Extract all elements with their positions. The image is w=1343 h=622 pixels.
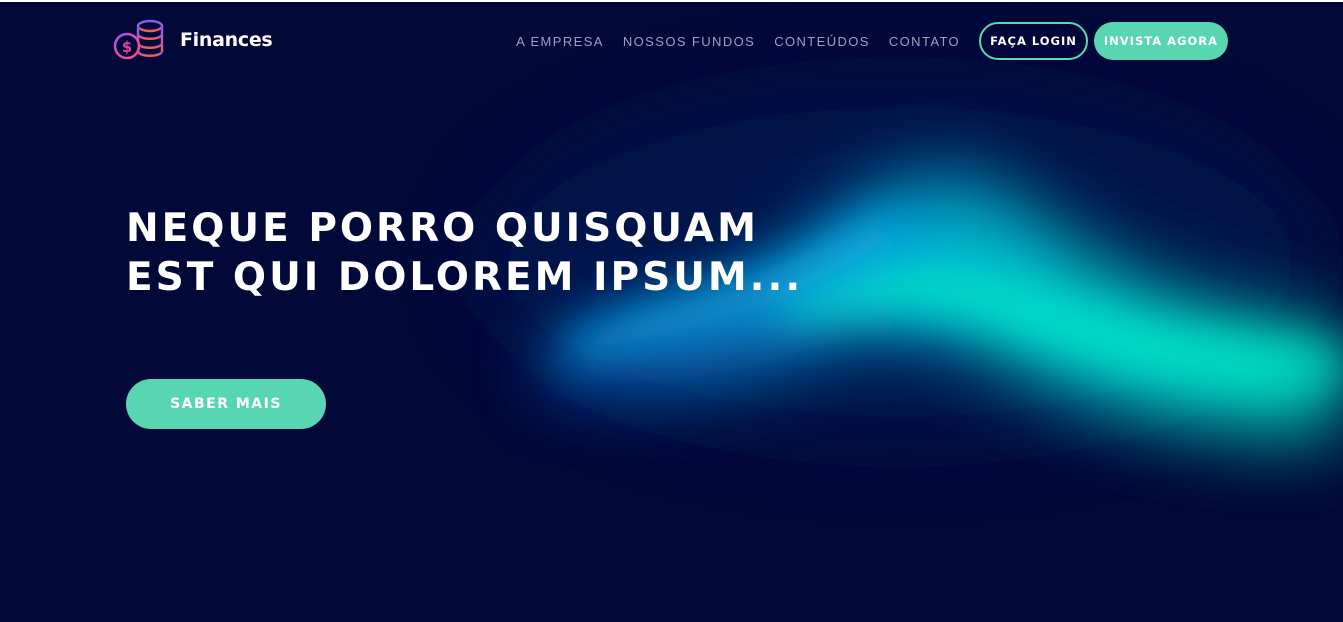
- nav-link-contato[interactable]: CONTATO: [889, 34, 960, 49]
- landing-page: $ Finances A EMPRESA NOSSOS FUNDOS CONTE…: [0, 0, 1343, 622]
- hero-title: NEQUE PORRO QUISQUAM EST QUI DOLOREM IPS…: [126, 206, 804, 300]
- main-nav: A EMPRESA NOSSOS FUNDOS CONTEÚDOS CONTAT…: [516, 21, 1228, 61]
- site-header: $ Finances A EMPRESA NOSSOS FUNDOS CONTE…: [0, 2, 1343, 82]
- nav-link-empresa[interactable]: A EMPRESA: [516, 34, 604, 49]
- brand-logo[interactable]: $ Finances: [112, 18, 273, 62]
- nav-link-fundos[interactable]: NOSSOS FUNDOS: [623, 34, 755, 49]
- invest-now-button[interactable]: INVISTA AGORA: [1093, 22, 1228, 60]
- svg-text:$: $: [122, 38, 132, 56]
- brand-name: Finances: [180, 29, 273, 51]
- coins-dollar-icon: $: [113, 19, 164, 60]
- nav-link-conteudos[interactable]: CONTEÚDOS: [774, 34, 870, 49]
- login-button[interactable]: FAÇA LOGIN: [979, 22, 1088, 60]
- aurora-background: [480, 82, 1343, 442]
- learn-more-button[interactable]: SABER MAIS: [126, 379, 326, 429]
